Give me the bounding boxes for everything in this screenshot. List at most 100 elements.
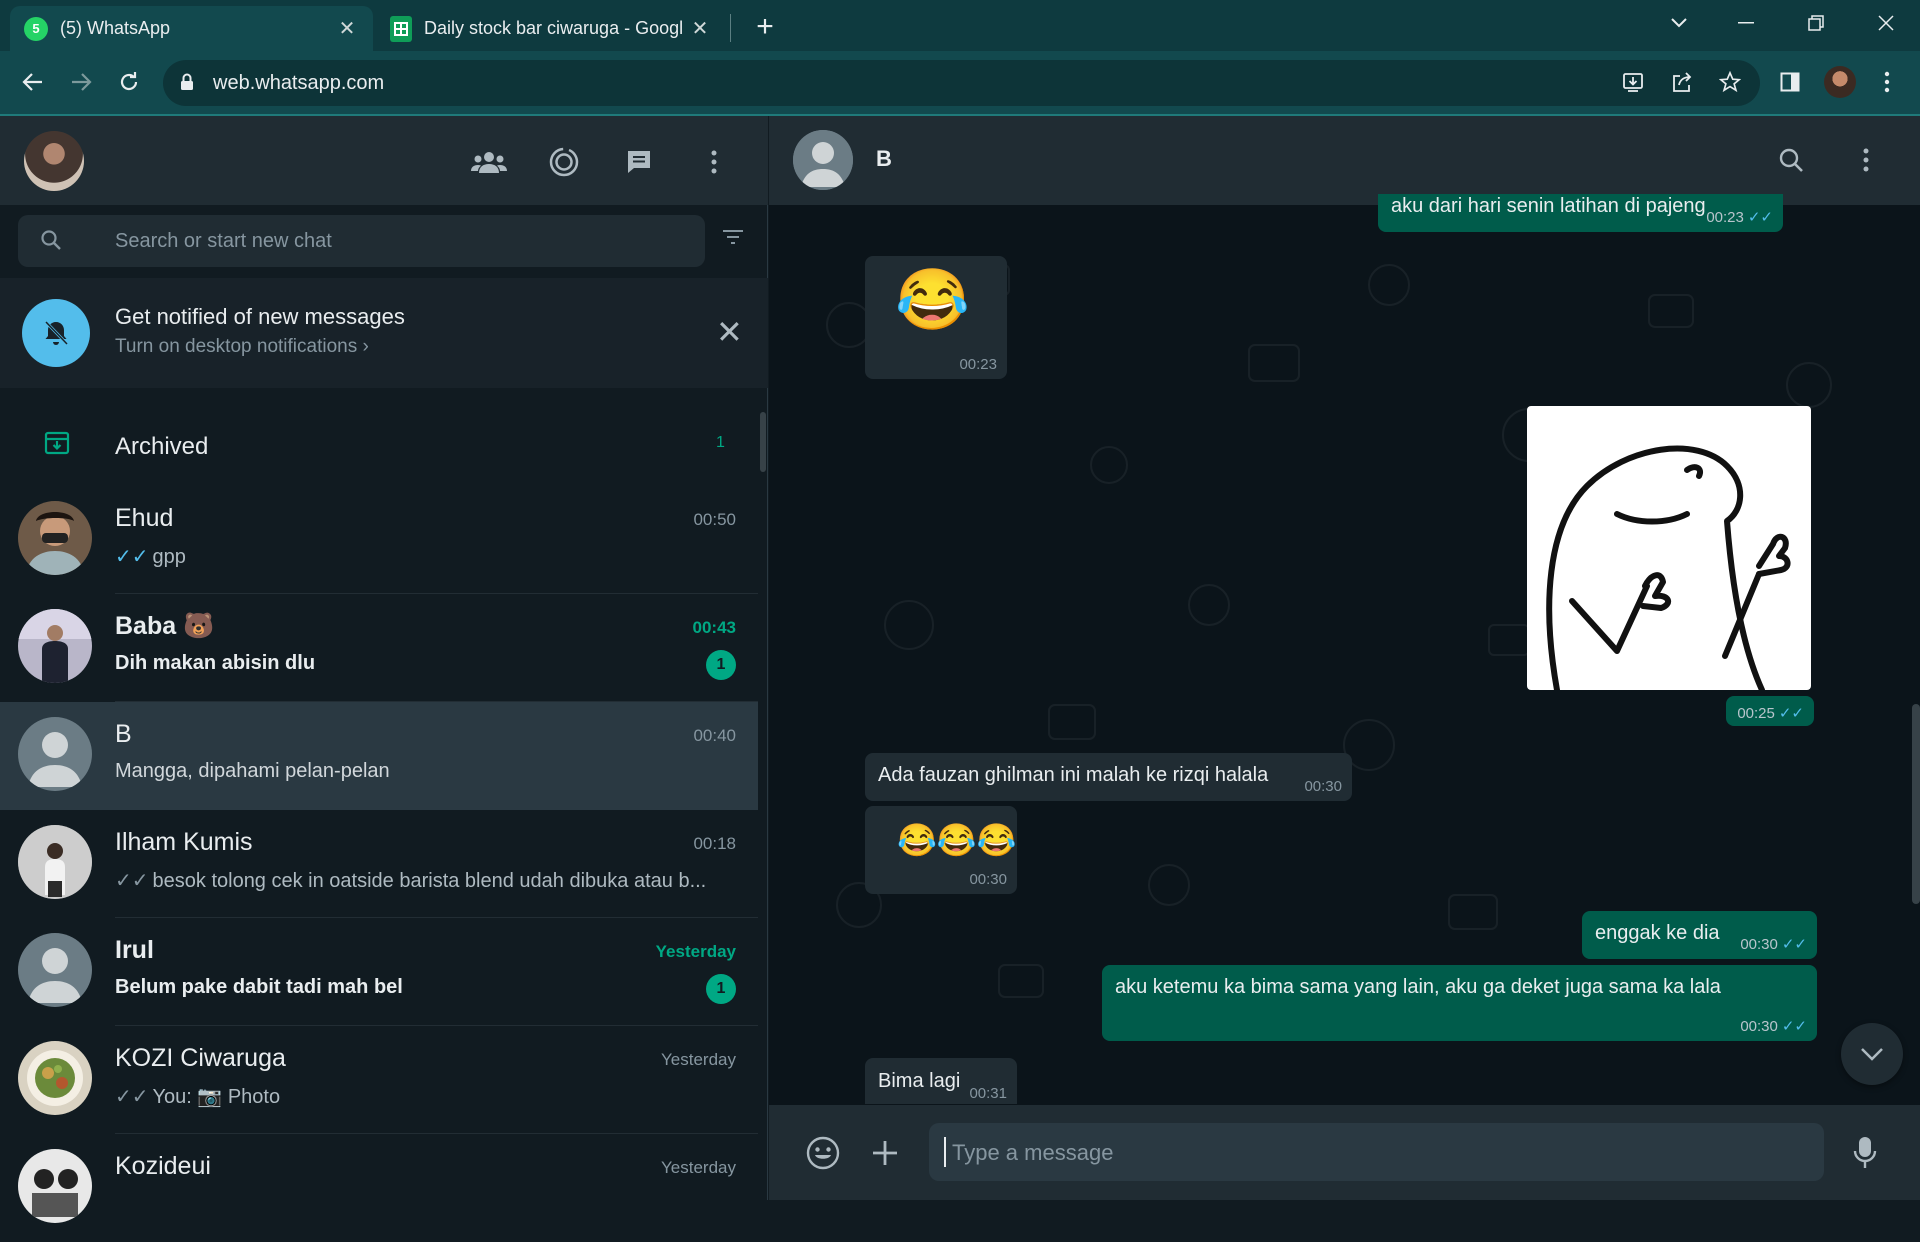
tab-title: (5) WhatsApp bbox=[60, 18, 171, 38]
message-incoming[interactable]: Ada fauzan ghilman ini malah ke rizqi ha… bbox=[865, 753, 1352, 801]
sticker-image[interactable] bbox=[1527, 406, 1811, 693]
close-tab-icon[interactable]: ✕ bbox=[688, 17, 712, 41]
chat-time: 00:43 bbox=[692, 618, 736, 637]
message-text: enggak ke dia bbox=[1595, 922, 1720, 944]
message-emoji: 😂😂😂 bbox=[897, 822, 1017, 858]
chat-time: 00:50 bbox=[693, 510, 736, 529]
unread-badge: 1 bbox=[706, 650, 736, 680]
message-outgoing[interactable]: enggak ke dia 00:30 ✓✓ bbox=[1582, 911, 1817, 959]
message-incoming[interactable]: Bima lagi 00:31 bbox=[865, 1058, 1017, 1104]
archived-label: Archived bbox=[115, 433, 209, 460]
attach-plus-icon[interactable] bbox=[863, 1131, 907, 1175]
read-check-icon: ✓✓ bbox=[1747, 209, 1773, 226]
message-text: aku ketemu ka bima sama yang lain, aku g… bbox=[1115, 976, 1721, 998]
lock-icon[interactable] bbox=[180, 73, 194, 96]
message-time: 00:30 bbox=[969, 871, 1007, 888]
scroll-to-bottom-button[interactable] bbox=[1841, 1023, 1903, 1085]
avatar bbox=[18, 825, 92, 899]
tab-separator bbox=[730, 14, 731, 42]
message-time: 00:30 bbox=[1304, 778, 1342, 795]
message-incoming[interactable]: 😂 00:23 bbox=[865, 256, 1007, 379]
search-input[interactable]: Search or start new chat bbox=[18, 215, 705, 267]
restore-icon[interactable] bbox=[1792, 6, 1840, 40]
message-outgoing[interactable]: aku ketemu ka bima sama yang lain, aku g… bbox=[1102, 965, 1817, 1041]
bookmark-star-icon[interactable] bbox=[1713, 65, 1747, 99]
reload-button[interactable] bbox=[112, 65, 146, 99]
chat-preview: ✓✓ gpp bbox=[115, 544, 735, 569]
conversation-pane: B aku dari hari senin latihan di pajeng … bbox=[769, 116, 1920, 1200]
message-time: 00:30 ✓✓ bbox=[1740, 1017, 1807, 1035]
forward-button[interactable] bbox=[64, 65, 98, 99]
chat-item-irul[interactable]: Irul Yesterday Belum pake dabit tadi mah… bbox=[0, 918, 758, 1026]
back-button[interactable] bbox=[16, 65, 50, 99]
contact-name[interactable]: B bbox=[876, 146, 892, 172]
close-icon[interactable]: ✕ bbox=[716, 316, 743, 348]
message-incoming[interactable]: 😂😂😂 00:30 bbox=[865, 806, 1017, 894]
profile-avatar[interactable] bbox=[1824, 66, 1856, 98]
conversation-header[interactable]: B bbox=[769, 116, 1920, 205]
preview-text: gpp bbox=[152, 546, 186, 568]
browser-toolbar: web.whatsapp.com bbox=[0, 51, 1920, 114]
sidebar-scrollbar[interactable] bbox=[760, 412, 766, 472]
message-input[interactable]: Type a message bbox=[929, 1123, 1824, 1181]
share-icon[interactable] bbox=[1665, 65, 1699, 99]
filter-icon[interactable] bbox=[722, 228, 744, 251]
tab-whatsapp[interactable]: 5 (5) WhatsApp ✕ bbox=[10, 6, 373, 51]
chat-item-ilham-kumis[interactable]: Ilham Kumis 00:18 ✓✓ besok tolong cek in … bbox=[0, 810, 758, 918]
message-outgoing[interactable]: aku dari hari senin latihan di pajeng 00… bbox=[1378, 194, 1783, 232]
default-avatar-icon bbox=[18, 933, 92, 1007]
communities-icon[interactable] bbox=[469, 142, 509, 182]
emoji-icon[interactable] bbox=[801, 1131, 845, 1175]
close-window-icon[interactable] bbox=[1862, 6, 1910, 40]
status-icon[interactable] bbox=[544, 142, 584, 182]
double-check-icon: ✓✓ bbox=[115, 546, 149, 568]
message-emoji: 😂 bbox=[895, 266, 970, 333]
install-app-icon[interactable] bbox=[1616, 65, 1650, 99]
minimize-icon[interactable] bbox=[1722, 6, 1770, 40]
archive-icon bbox=[44, 430, 70, 461]
archived-row[interactable]: Archived 1 bbox=[0, 410, 758, 482]
preview-text: besok tolong cek in oatside barista blen… bbox=[152, 870, 707, 892]
tab-sheets[interactable]: Daily stock bar ciwaruga - Googl ✕ bbox=[376, 6, 726, 51]
address-bar[interactable]: web.whatsapp.com bbox=[163, 60, 1760, 106]
sidebar-menu-icon[interactable] bbox=[694, 142, 734, 182]
preview-text: You: 📷 Photo bbox=[152, 1086, 281, 1108]
chat-item-baba[interactable]: Baba 🐻 00:43 Dih makan abisin dlu 1 bbox=[0, 594, 758, 702]
chat-item-kozideui[interactable]: Kozideui Yesterday bbox=[0, 1134, 758, 1242]
sidebar-header bbox=[0, 116, 768, 205]
message-time: 00:23 bbox=[959, 356, 997, 373]
chat-item-ehud[interactable]: Ehud 00:50 ✓✓ gpp bbox=[0, 486, 758, 594]
chat-item-b[interactable]: B 00:40 Mangga, dipahami pelan-pelan bbox=[0, 702, 758, 810]
my-avatar[interactable] bbox=[24, 131, 84, 191]
side-panel-icon[interactable] bbox=[1773, 65, 1807, 99]
chat-time: 00:40 bbox=[693, 726, 736, 745]
message-outgoing[interactable]: 00:25 ✓✓ bbox=[1726, 696, 1814, 726]
time-text: 00:30 bbox=[1740, 1018, 1778, 1035]
whatsapp-favicon-icon: 5 bbox=[24, 16, 48, 41]
notification-banner[interactable]: Get notified of new messages Turn on des… bbox=[0, 278, 768, 388]
new-chat-icon[interactable] bbox=[619, 142, 659, 182]
chat-name: B bbox=[115, 720, 132, 748]
archived-count: 1 bbox=[716, 434, 725, 451]
message-time: 00:30 ✓✓ bbox=[1740, 935, 1807, 953]
browser-menu-icon[interactable] bbox=[1870, 65, 1904, 99]
chat-item-kozi-ciwaruga[interactable]: KOZI Ciwaruga Yesterday ✓✓ You: 📷 Photo bbox=[0, 1026, 758, 1134]
text-caret bbox=[944, 1137, 946, 1167]
chat-preview: Dih makan abisin dlu bbox=[115, 652, 316, 674]
sticker-drawing bbox=[1546, 445, 1791, 693]
default-avatar-icon[interactable] bbox=[793, 130, 853, 190]
chat-menu-icon[interactable] bbox=[1846, 140, 1886, 180]
new-tab-button[interactable]: + bbox=[748, 10, 782, 44]
tab-title: Daily stock bar ciwaruga - Googl bbox=[424, 18, 684, 38]
close-tab-icon[interactable]: ✕ bbox=[335, 17, 359, 41]
chat-name: Baba 🐻 bbox=[115, 612, 215, 640]
chat-preview: Belum pake dabit tadi mah bel bbox=[115, 976, 403, 998]
tab-search-icon[interactable] bbox=[1655, 6, 1703, 40]
read-check-icon: ✓✓ bbox=[1778, 705, 1804, 722]
conversation-scrollbar[interactable] bbox=[1912, 704, 1920, 904]
notify-link[interactable]: Turn on desktop notifications › bbox=[115, 336, 369, 358]
microphone-icon[interactable] bbox=[1843, 1131, 1887, 1175]
search-messages-icon[interactable] bbox=[1771, 140, 1811, 180]
double-check-icon: ✓✓ bbox=[115, 1086, 149, 1108]
chat-list: Ehud 00:50 ✓✓ gpp Baba 🐻 00:43 Dih makan … bbox=[0, 486, 758, 1242]
